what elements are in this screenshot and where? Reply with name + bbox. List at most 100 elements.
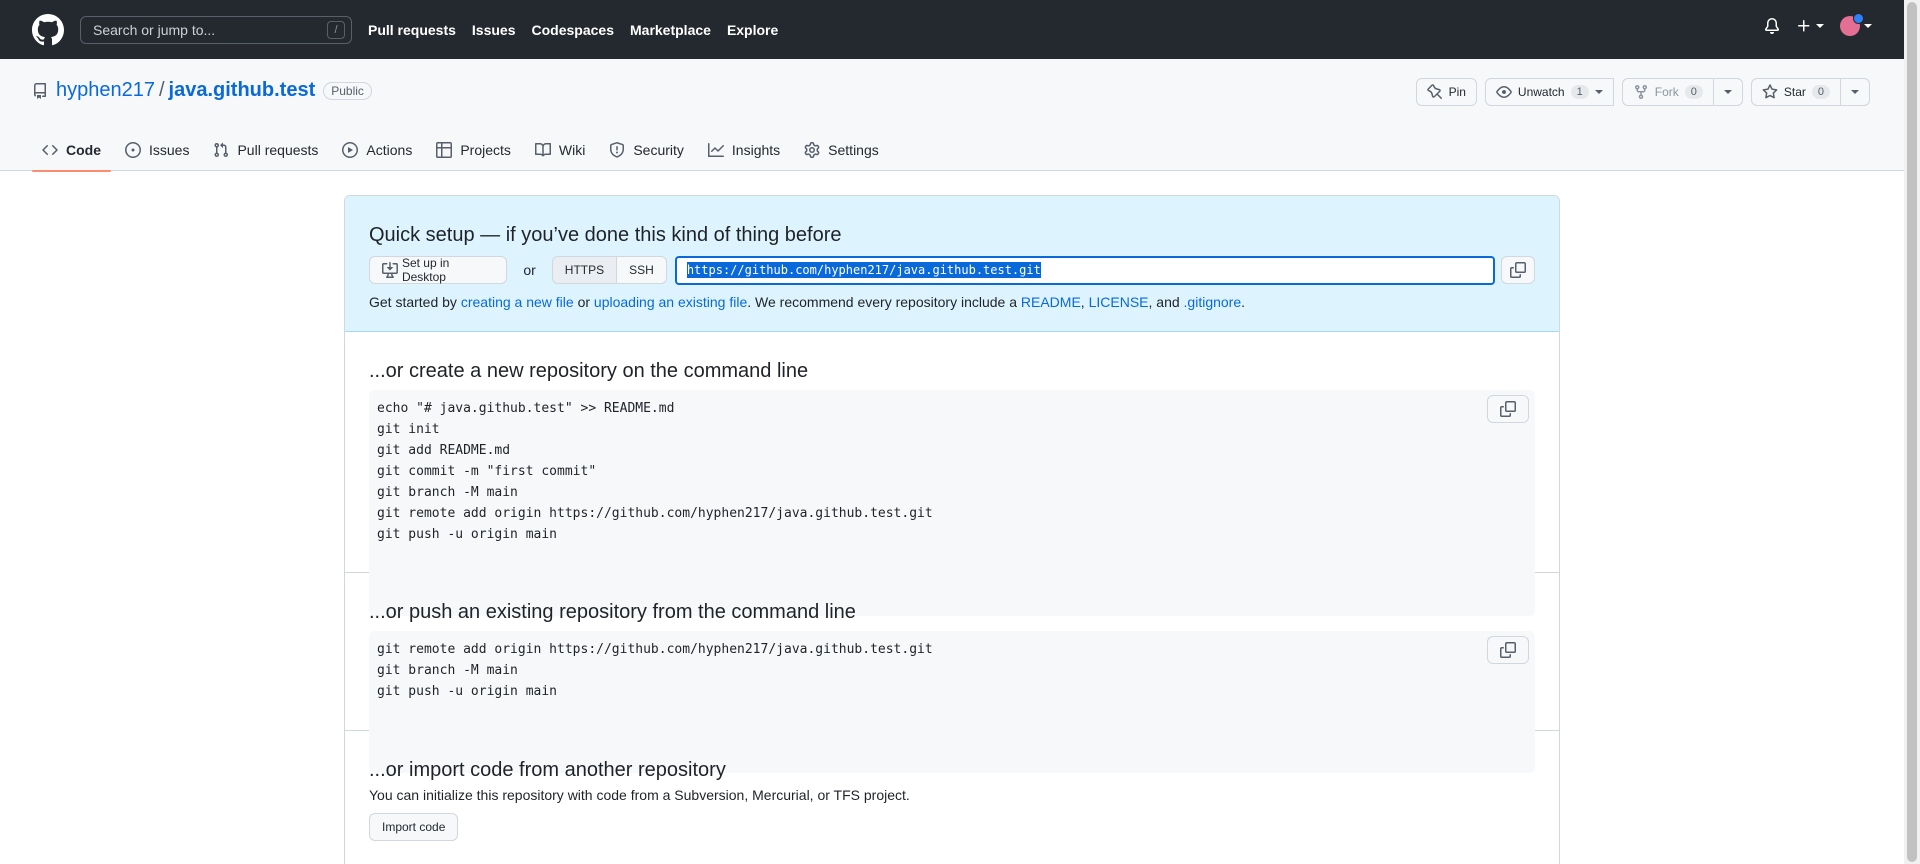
code-line: git remote add origin https://github.com… [377, 642, 933, 657]
tab-security[interactable]: Security [599, 129, 694, 171]
unwatch-label: Unwatch [1517, 85, 1565, 99]
code-line: git add README.md [377, 443, 511, 458]
code-icon [42, 142, 58, 158]
create-new-plus-icon[interactable] [1796, 18, 1824, 34]
fork-dropdown-button[interactable] [1713, 78, 1743, 106]
or-text: or [523, 262, 536, 278]
repo-owner-link[interactable]: hyphen217 [56, 79, 155, 102]
page-scrollbar[interactable] [1904, 0, 1920, 864]
create-file-link[interactable]: creating a new file [461, 294, 574, 310]
setup-desktop-button[interactable]: Set up in Desktop [369, 256, 508, 284]
repo-actions: Pin Unwatch 1 Fork 0 Star 0 [1415, 78, 1870, 106]
repo-icon [32, 82, 48, 99]
tab-actions[interactable]: Actions [332, 129, 422, 171]
hint-and: , and [1148, 294, 1180, 310]
fork-icon [1634, 85, 1647, 100]
setup-desktop-label: Set up in Desktop [401, 256, 450, 284]
tab-wiki[interactable]: Wiki [525, 129, 595, 171]
star-button[interactable]: Star 0 [1750, 78, 1841, 106]
tab-pull-requests[interactable]: Pull requests [203, 129, 328, 171]
chevron-down-icon [1864, 24, 1872, 28]
tab-label: Projects [460, 142, 511, 158]
unwatch-button[interactable]: Unwatch 1 [1484, 78, 1614, 106]
star-count: 0 [1811, 85, 1830, 99]
play-icon [342, 142, 359, 158]
user-menu[interactable] [1840, 13, 1872, 36]
gitignore-link[interactable]: .gitignore [1184, 294, 1242, 310]
global-nav: Pull requests Issues Codespaces Marketpl… [368, 22, 794, 38]
global-header: Search or jump to... / Pull requests Iss… [0, 0, 1904, 59]
search-placeholder: Search or jump to... [93, 21, 216, 38]
copy-push-commands-button[interactable] [1487, 636, 1529, 664]
tab-label: Insights [731, 142, 781, 158]
tab-code[interactable]: Code [32, 129, 111, 172]
https-button[interactable]: HTTPS [551, 256, 618, 284]
code-line: git remote add origin https://github.com… [377, 506, 933, 521]
hint-or: or [577, 294, 591, 310]
tab-label: Issues [149, 142, 190, 158]
license-link[interactable]: LICENSE [1089, 294, 1149, 310]
repo-name-link[interactable]: java.github.test [169, 79, 316, 102]
import-code-button[interactable]: Import code [369, 813, 459, 841]
issue-icon [125, 142, 141, 158]
nav-explore[interactable]: Explore [727, 22, 778, 38]
push-existing-title: ...or push an existing repository from t… [369, 601, 856, 623]
chevron-down-icon [1851, 90, 1859, 94]
copy-url-button[interactable] [1501, 256, 1535, 284]
search-input[interactable]: Search or jump to... / [80, 15, 352, 44]
nav-pull-requests[interactable]: Pull requests [368, 22, 456, 38]
repository-header: hyphen217 / java.github.test Public Pin … [0, 59, 1904, 172]
watch-split: Unwatch 1 [1484, 78, 1614, 106]
watch-count: 1 [1570, 85, 1589, 99]
getting-started-hint: Get started by creating a new file or up… [369, 294, 1535, 310]
code-line: git push -u origin main [377, 684, 558, 699]
fork-button[interactable]: Fork 0 [1621, 78, 1714, 106]
code-line: git branch -M main [377, 663, 518, 678]
repo-title: hyphen217 / java.github.test Public [32, 79, 372, 102]
ssh-button[interactable]: SSH [617, 256, 667, 284]
star-list-dropdown-button[interactable] [1841, 78, 1870, 106]
code-line: git push -u origin main [377, 527, 558, 542]
chevron-down-icon [1816, 24, 1824, 28]
github-logo-icon[interactable] [32, 13, 64, 46]
repo-tabs: Code Issues Pull requests Actions Projec… [32, 129, 893, 172]
pin-icon [1426, 84, 1442, 100]
tab-settings[interactable]: Settings [794, 129, 889, 171]
tab-label: Settings [828, 142, 879, 158]
scrollbar-thumb[interactable] [1907, 2, 1917, 862]
desktop-download-icon [382, 262, 398, 278]
shield-icon [609, 142, 625, 158]
nav-codespaces[interactable]: Codespaces [532, 22, 614, 38]
tab-insights[interactable]: Insights [698, 129, 790, 171]
tab-projects[interactable]: Projects [426, 129, 521, 171]
empty-repo-setup: Quick setup — if you’ve done this kind o… [344, 195, 1560, 864]
chevron-down-icon [1723, 90, 1732, 94]
tab-label: Wiki [558, 142, 586, 158]
copy-icon [1510, 262, 1527, 278]
bell-icon[interactable] [1764, 18, 1780, 34]
pin-label: Pin [1448, 85, 1466, 99]
code-line: echo "# java.github.test" >> README.md [377, 401, 675, 416]
pin-button[interactable]: Pin [1415, 78, 1477, 106]
push-existing-section: ...or push an existing repository from t… [345, 573, 1559, 773]
eye-icon [1496, 86, 1512, 98]
tab-issues[interactable]: Issues [115, 129, 199, 171]
star-split: Star 0 [1750, 78, 1870, 106]
fork-split: Fork 0 [1621, 78, 1743, 106]
upload-file-link[interactable]: uploading an existing file [594, 294, 747, 310]
new-repo-section: ...or create a new repository on the com… [345, 332, 1559, 616]
nav-issues[interactable]: Issues [472, 22, 516, 38]
table-icon [436, 142, 453, 158]
import-description: You can initialize this repository with … [369, 787, 910, 803]
graph-icon [707, 142, 724, 158]
avatar[interactable] [1840, 13, 1864, 36]
code-line: git init [377, 422, 440, 437]
new-repo-title: ...or create a new repository on the com… [369, 360, 809, 382]
copy-new-repo-commands-button[interactable] [1487, 395, 1529, 423]
hint-prefix: Get started by [369, 294, 457, 310]
copy-icon [1500, 642, 1516, 658]
nav-marketplace[interactable]: Marketplace [630, 22, 711, 38]
tab-label: Actions [366, 142, 413, 158]
readme-link[interactable]: README [1021, 294, 1081, 310]
clone-url-input[interactable]: https://github.com/hyphen217/java.github… [674, 255, 1496, 285]
